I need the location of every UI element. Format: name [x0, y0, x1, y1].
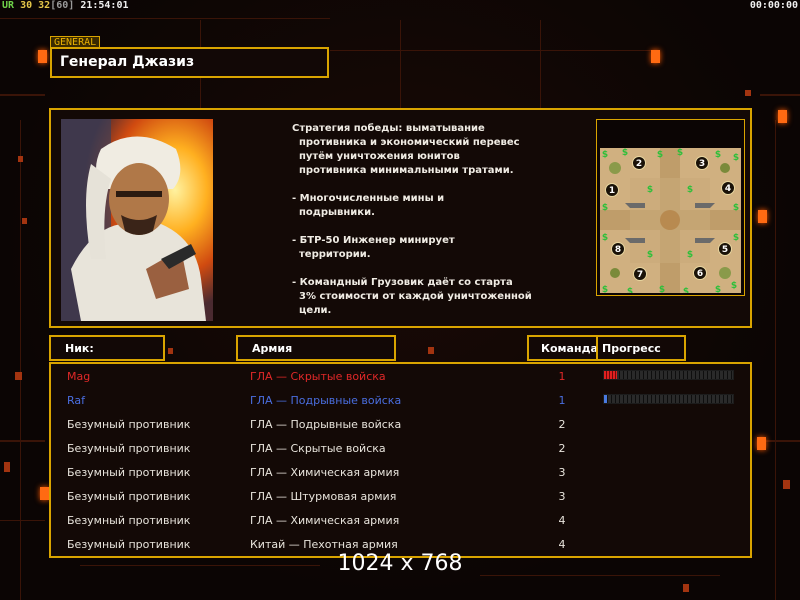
player-row: Безумный противник ГЛА — Подрывные войска… [51, 414, 750, 438]
player-army: ГЛА — Скрытые войска [250, 442, 386, 455]
strategy-line: Стратегия победы: выматывание [292, 123, 485, 134]
map-money-icon: $ [602, 285, 608, 293]
column-header-progress: Прогресс [596, 335, 686, 361]
map-start-position-label: 6 [697, 269, 703, 279]
hud-ur-label: UR [2, 0, 15, 11]
player-team: 1 [558, 394, 566, 407]
player-team: 2 [558, 442, 566, 455]
player-army: ГЛА — Химическая армия [250, 466, 400, 479]
map-money-icon: $ [657, 150, 663, 160]
strategy-text: Стратегия победы: выматывание противника… [292, 122, 592, 332]
map-preview: 1 2 3 4 5 6 7 8 $ $ $ $ $ $ $ $ $ $ $ $ $ $ $ $ $ $ $ $ [600, 148, 741, 293]
player-nick: Безумный противник [67, 538, 191, 551]
map-money-icon: $ [602, 233, 608, 243]
player-team: 3 [558, 466, 566, 479]
player-nick: Безумный противник [67, 490, 191, 503]
hud-stats: UR 30 32[60] 21:54:01 [2, 0, 129, 11]
loading-progress-bar [603, 394, 734, 404]
map-money-icon: $ [715, 150, 721, 160]
map-money-icon: $ [677, 148, 683, 158]
map-money-icon: $ [647, 185, 653, 195]
player-army: Китай — Пехотная армия [250, 538, 398, 551]
loading-progress-fill [604, 395, 607, 403]
map-money-icon: $ [733, 233, 739, 243]
map-money-icon: $ [683, 287, 689, 293]
map-money-icon: $ [659, 285, 665, 293]
column-header-team: Команда [527, 335, 598, 361]
map-money-icon: $ [687, 250, 693, 260]
player-army: ГЛА — Скрытые войска [250, 370, 386, 383]
player-row: Безумный противник ГЛА — Химическая армия… [51, 462, 750, 486]
player-nick: Безумный противник [67, 466, 191, 479]
player-nick: Raf [67, 394, 86, 407]
strategy-bullet: подрывники. [299, 207, 375, 218]
strategy-bullet: 3% стоимости от каждой уничтоженной [299, 291, 532, 302]
column-header-progress-label: Прогресс [602, 342, 661, 355]
map-money-icon: $ [731, 281, 737, 291]
map-money-icon: $ [622, 148, 628, 158]
general-info-panel: Стратегия победы: выматывание противника… [49, 108, 752, 328]
player-row: Безумный противник ГЛА — Скрытые войска 2 [51, 438, 750, 462]
player-row: Mag ГЛА — Скрытые войска 1 [51, 366, 750, 390]
player-list: Mag ГЛА — Скрытые войска 1 Raf ГЛА — Подрывн… [49, 362, 752, 558]
player-army: ГЛА — Подрывные войска [250, 418, 402, 431]
map-money-icon: $ [733, 153, 739, 163]
player-nick: Безумный противник [67, 442, 191, 455]
map-money-icon: $ [733, 203, 739, 213]
player-nick: Mag [67, 370, 91, 383]
hud-fps-alt: 32 [38, 0, 51, 11]
player-nick: Безумный противник [67, 514, 191, 527]
general-name: Генерал Джазиз [60, 54, 195, 70]
player-army: ГЛА — Подрывные войска [250, 394, 402, 407]
loading-progress-bar [603, 370, 734, 380]
loading-progress-fill [604, 371, 617, 379]
map-start-position-label: 2 [636, 159, 642, 169]
column-header-team-label: Команда [541, 342, 598, 355]
player-team: 4 [558, 514, 566, 527]
strategy-bullet: - Многочисленные мины и [292, 193, 445, 204]
map-start-position-label: 8 [615, 245, 621, 255]
player-nick: Безумный противник [67, 418, 191, 431]
hud-fps-cap: [60] [50, 0, 75, 11]
map-start-position-label: 3 [699, 159, 705, 169]
column-header-nick-label: Ник: [65, 342, 94, 355]
player-row: Raf ГЛА — Подрывные войска 1 [51, 390, 750, 414]
strategy-bullet: цели. [299, 305, 332, 316]
map-money-icon: $ [647, 250, 653, 260]
map-money-icon: $ [602, 150, 608, 160]
map-preview-frame: 1 2 3 4 5 6 7 8 $ $ $ $ $ $ $ $ $ $ $ $ $ $ $ $ $ $ $ $ [596, 119, 745, 296]
player-team: 3 [558, 490, 566, 503]
player-army: ГЛА — Химическая армия [250, 514, 400, 527]
map-start-position-label: 5 [722, 245, 728, 255]
strategy-bullet: - БТР-50 Инженер минирует [292, 235, 455, 246]
hud-timer: 00:00:00 [749, 0, 798, 11]
strategy-line: противника и экономический перевес [299, 137, 520, 148]
strategy-line: путём уничтожения юнитов [299, 151, 460, 162]
column-header-army-label: Армия [252, 342, 293, 355]
map-start-position-label: 1 [609, 186, 615, 196]
column-header-army: Армия [236, 335, 396, 361]
strategy-bullet: - Командный Грузовик даёт со старта [292, 277, 513, 288]
map-start-position-label: 7 [637, 270, 643, 280]
player-row: Безумный противник ГЛА — Штурмовая армия 3 [51, 486, 750, 510]
player-team: 1 [558, 370, 566, 383]
hud-fps: 30 [20, 0, 33, 11]
player-row: Безумный противник ГЛА — Химическая армия… [51, 510, 750, 534]
map-money-icon: $ [602, 203, 608, 213]
player-team: 2 [558, 418, 566, 431]
column-header-nick: Ник: [49, 335, 165, 361]
strategy-bullet: территории. [299, 249, 371, 260]
map-money-icon: $ [627, 287, 633, 293]
general-portrait [61, 119, 213, 321]
strategy-line: противника минимальными тратами. [299, 165, 514, 176]
map-money-icon: $ [687, 185, 693, 195]
general-name-box: Генерал Джазиз [50, 47, 329, 78]
map-money-icon: $ [715, 285, 721, 293]
player-army: ГЛА — Штурмовая армия [250, 490, 397, 503]
map-start-position-label: 4 [725, 184, 731, 194]
hud-clock: 21:54:01 [80, 0, 129, 11]
player-team: 4 [558, 538, 566, 551]
resolution-label: 1024 x 768 [337, 551, 463, 576]
